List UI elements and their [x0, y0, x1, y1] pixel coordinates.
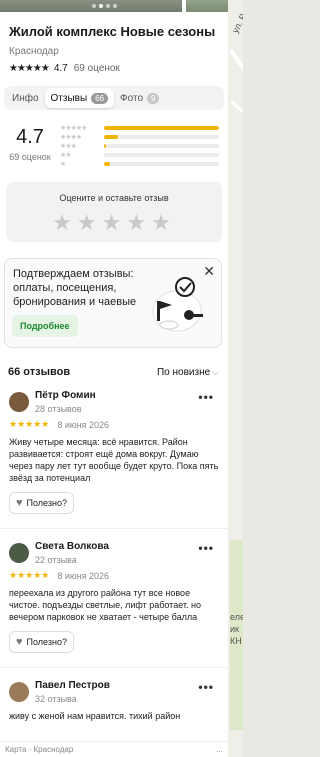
- place-city: Краснодар: [9, 46, 59, 57]
- place-title: Жилой комплекс Новые сезоны: [9, 24, 216, 39]
- distribution-bar: [104, 125, 219, 130]
- map-label: еле: [230, 612, 243, 622]
- sort-dropdown[interactable]: По новизне ⌵: [157, 367, 219, 378]
- chevron-down-icon: ⌵: [212, 366, 219, 377]
- avatar[interactable]: [9, 543, 29, 563]
- rating-value: 4.7: [53, 63, 68, 74]
- footer-bar: Карта · Краснодар ...: [0, 741, 228, 757]
- more-options-icon[interactable]: •••: [198, 390, 214, 404]
- rate-stars-input[interactable]: ★★★★★: [6, 210, 222, 236]
- promo-illustration-icon: [152, 277, 203, 332]
- distribution-row: ★: [60, 159, 219, 168]
- review-author[interactable]: Света Волкова: [35, 541, 109, 552]
- map-road: [228, 48, 243, 76]
- place-rating[interactable]: ★★★★★ 4.7 69 оценок: [9, 63, 219, 74]
- distribution-row: ★★★★★: [60, 123, 219, 132]
- photo-carousel[interactable]: [0, 0, 228, 12]
- reviews-header: 66 отзывов По новизне ⌵: [0, 348, 228, 378]
- close-icon[interactable]: ✕: [203, 263, 215, 280]
- tab-badge: 66: [91, 92, 109, 104]
- helpful-button[interactable]: ♥ Полезно?: [9, 492, 74, 514]
- review-item: Павел Пестров 32 отзыва ••• живу с женой…: [0, 668, 228, 736]
- photo-thumbnail[interactable]: [0, 0, 182, 12]
- place-header: Жилой комплекс Новые сезоны Краснодар ★★…: [0, 12, 228, 74]
- map-label: КН: [230, 636, 242, 646]
- map-label: ик: [230, 624, 239, 634]
- footer-more[interactable]: ...: [216, 745, 223, 754]
- summary-score: 4.7: [16, 126, 44, 148]
- review-item: Пётр Фомин 28 отзывов ••• ★★★★★ 8 июня 2…: [0, 378, 228, 529]
- distribution-row: ★★★: [60, 141, 219, 150]
- promo-text: Подтверждаем отзывы: оплаты, посещения, …: [13, 268, 137, 308]
- distribution-row: ★★: [60, 150, 219, 159]
- review-date: 8 июня 2026: [57, 419, 109, 430]
- heart-icon: ♥: [16, 497, 23, 509]
- review-text: переехала из другого района тут все ново…: [9, 588, 202, 622]
- photo-thumbnail[interactable]: [186, 0, 228, 12]
- more-options-icon[interactable]: •••: [198, 541, 214, 555]
- distribution-bar: [104, 143, 107, 148]
- rating-count: 69 оценок: [73, 63, 120, 74]
- promo-banner: Подтверждаем отзывы: оплаты, посещения, …: [4, 258, 222, 348]
- rating-distribution: ★★★★★ ★★★★ ★★★ ★★ ★: [60, 123, 219, 170]
- review-text: Живу четыре месяца: всё нравится. Район …: [9, 437, 219, 483]
- tab-badge: 9: [147, 92, 160, 104]
- promo-more-button[interactable]: Подробнее: [12, 315, 78, 337]
- review-author-count: 32 отзыва: [35, 694, 77, 704]
- review-author-count: 28 отзывов: [35, 404, 82, 414]
- rating-summary: 4.7 69 оценок ★★★★★ ★★★★ ★★★ ★★ ★: [0, 110, 228, 170]
- map-street-label: ул. Ро: [230, 7, 243, 35]
- rate-card: Оцените и оставьте отзыв ★★★★★: [6, 182, 222, 242]
- distribution-bar: [104, 161, 110, 166]
- avatar[interactable]: [9, 682, 29, 702]
- helpful-button[interactable]: ♥ Полезно?: [9, 631, 74, 653]
- tab-info[interactable]: Инфо: [6, 88, 45, 108]
- footer-breadcrumb[interactable]: Карта · Краснодар: [5, 745, 73, 754]
- tab-photos[interactable]: Фото 9: [114, 88, 165, 108]
- distribution-bar: [104, 134, 118, 139]
- avatar[interactable]: [9, 392, 29, 412]
- review-stars-icon: ★★★★★: [9, 570, 50, 580]
- review-author[interactable]: Павел Пестров: [35, 680, 110, 691]
- more-options-icon[interactable]: •••: [198, 680, 214, 694]
- map-park: [230, 540, 243, 730]
- review-text: живу с женой нам нравится. тихий район: [9, 711, 181, 721]
- tab-bar: Инфо Отзывы 66 Фото 9: [4, 86, 224, 110]
- review-stars-icon: ★★★★★: [9, 419, 50, 429]
- map-road: [230, 100, 243, 123]
- review-item: Света Волкова 22 отзыва ••• ★★★★★ 8 июня…: [0, 529, 228, 668]
- distribution-row: ★★★★: [60, 132, 219, 141]
- tab-reviews[interactable]: Отзывы 66: [44, 88, 115, 108]
- reviews-title: 66 отзывов: [8, 366, 71, 378]
- review-author-count: 22 отзыва: [35, 555, 77, 565]
- place-card-panel: Жилой комплекс Новые сезоны Краснодар ★★…: [0, 0, 228, 757]
- carousel-dots: [92, 4, 117, 8]
- review-date: 8 июня 2026: [57, 570, 109, 581]
- heart-icon: ♥: [16, 636, 23, 648]
- review-author[interactable]: Пётр Фомин: [35, 390, 96, 401]
- rate-prompt: Оцените и оставьте отзыв: [59, 193, 169, 203]
- summary-count: 69 оценок: [9, 152, 51, 162]
- rating-stars-icon: ★★★★★: [9, 63, 50, 74]
- map-area[interactable]: ул. Ро еле ик КН: [228, 0, 243, 757]
